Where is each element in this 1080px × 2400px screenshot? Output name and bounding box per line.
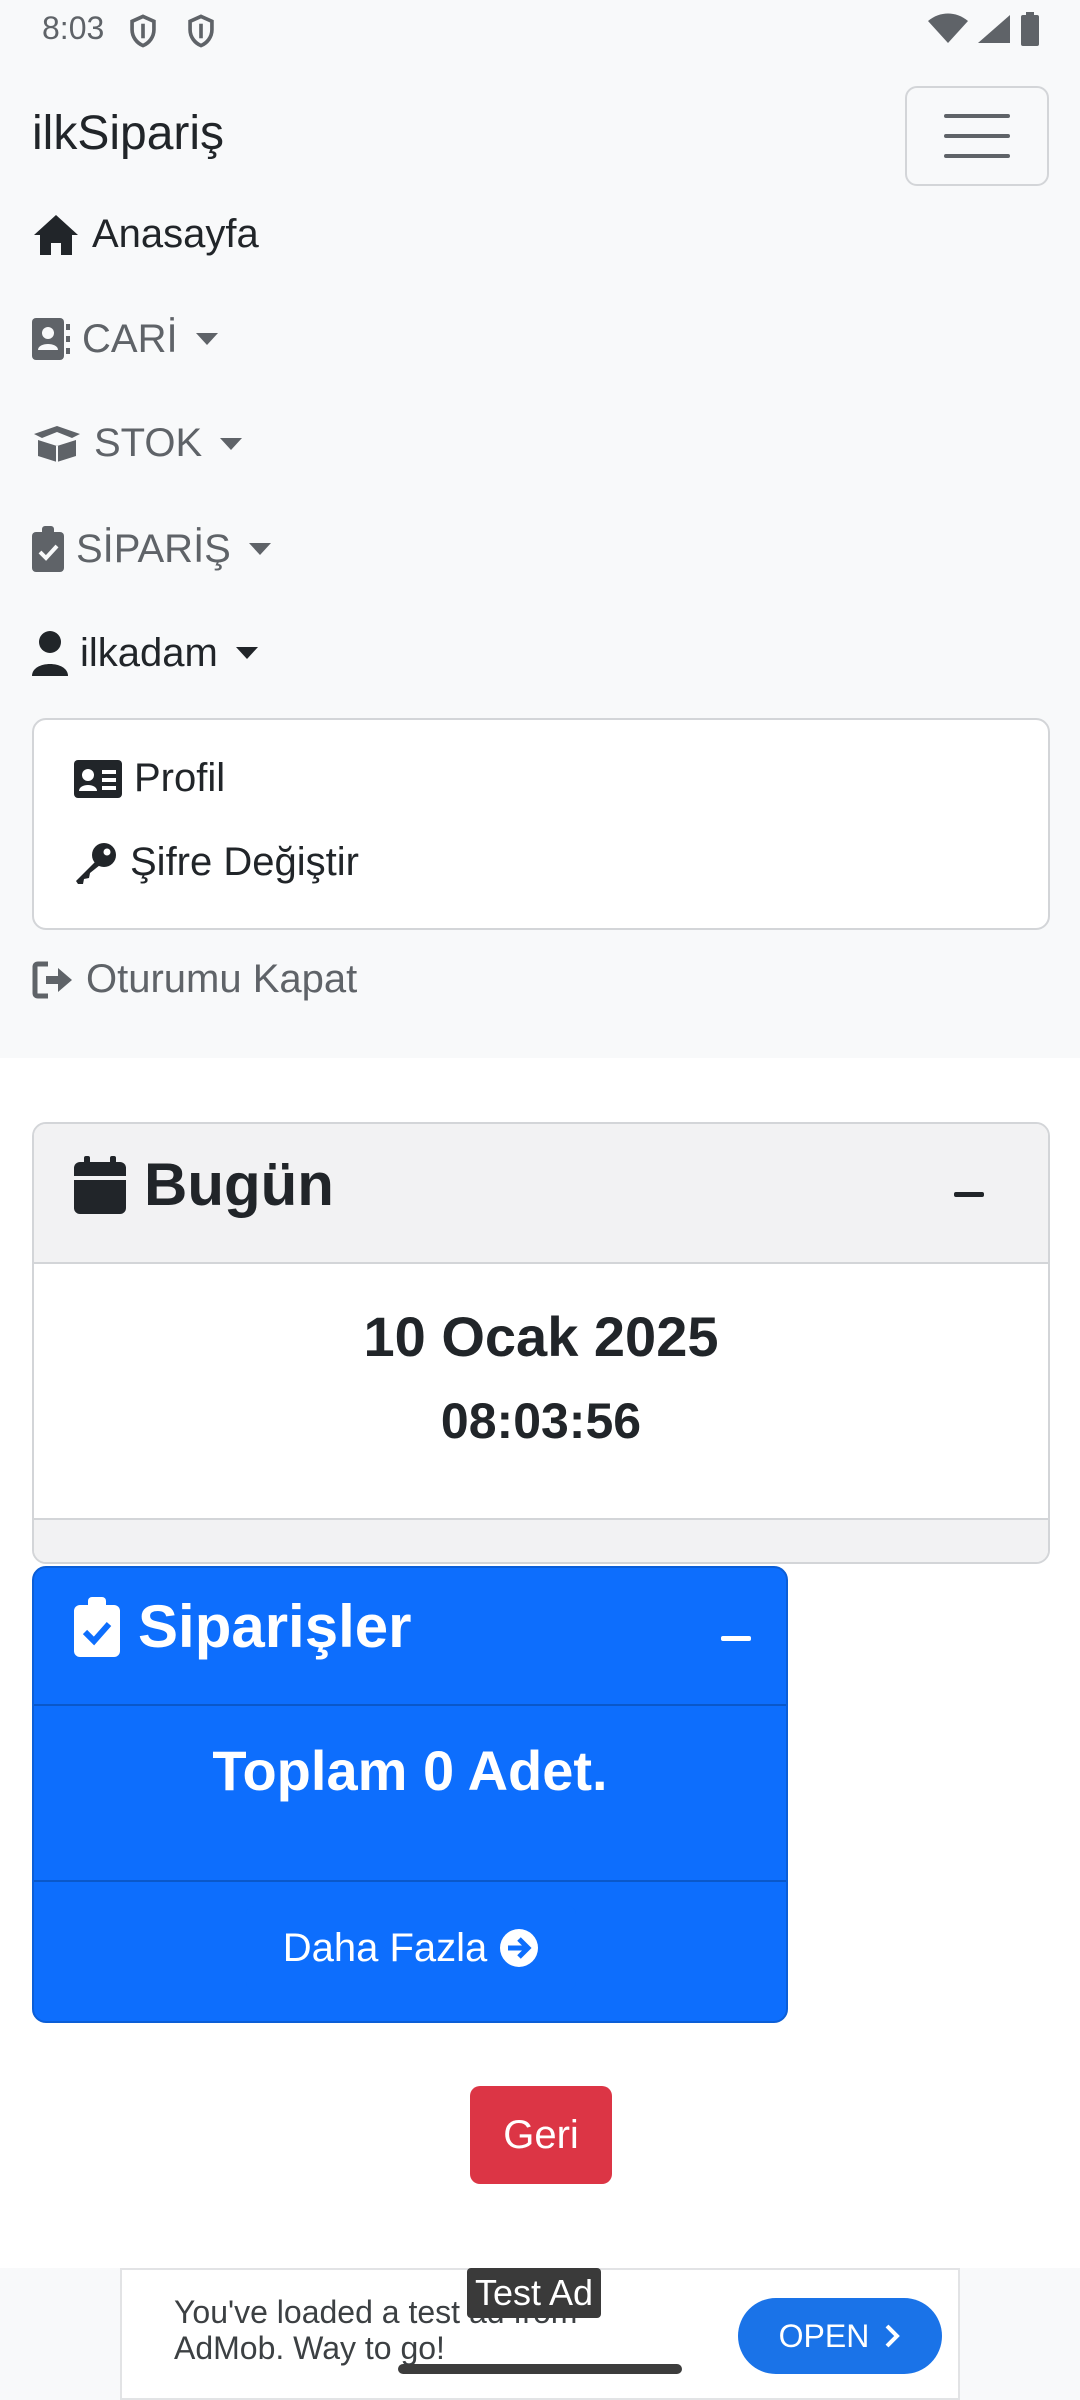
orders-card-title-text: Siparişler — [138, 1593, 412, 1660]
today-card-title: Bugün — [74, 1150, 334, 1219]
orders-card: Siparişler Toplam 0 Adet. Daha Fazla — [32, 1566, 788, 2023]
nav-item-label: SİPARİŞ — [76, 526, 231, 571]
today-card: Bugün 10 Ocak 2025 08:03:56 — [32, 1122, 1050, 1564]
today-card-collapse-button[interactable] — [927, 1152, 1011, 1236]
orders-card-footer: Daha Fazla — [34, 1880, 786, 2021]
home-icon — [32, 213, 80, 257]
hamburger-icon — [944, 114, 1010, 158]
key-icon — [74, 841, 118, 885]
orders-card-title: Siparişler — [74, 1592, 412, 1661]
calendar-icon — [74, 1155, 126, 1214]
minus-icon — [721, 1635, 751, 1641]
navbar-toggle-button[interactable] — [905, 86, 1049, 186]
ad-open-button[interactable]: OPEN — [738, 2298, 942, 2374]
chevron-down-icon — [248, 543, 271, 555]
test-ad-label: Test Ad — [467, 2268, 602, 2318]
orders-card-header: Siparişler — [34, 1568, 786, 1706]
today-card-header: Bugün — [34, 1124, 1048, 1264]
back-button[interactable]: Geri — [470, 2086, 612, 2184]
dropdown-item-label: Şifre Değiştir — [130, 840, 359, 884]
user-dropdown-menu: Profil Şifre Değiştir — [32, 718, 1050, 930]
shield-icon — [188, 14, 214, 48]
today-card-footer — [34, 1518, 1048, 1562]
signal-icon — [978, 15, 1010, 43]
nav-item-label: STOK — [94, 421, 203, 465]
wifi-icon — [928, 13, 968, 43]
id-card-icon — [74, 759, 122, 798]
clipboard-check-icon — [32, 526, 64, 572]
chevron-right-icon — [883, 2322, 901, 2350]
chevron-down-icon — [235, 647, 258, 659]
nav-item-label: Anasayfa — [92, 212, 259, 256]
ad-open-label: OPEN — [778, 2317, 870, 2354]
nav-item-cari[interactable]: CARİ — [32, 316, 218, 362]
orders-total: Toplam 0 Adet. — [212, 1739, 608, 1802]
nav-item-label: CARİ — [82, 316, 178, 361]
chevron-down-icon — [195, 333, 218, 345]
battery-icon — [1021, 12, 1039, 46]
clipboard-check-icon — [74, 1596, 120, 1657]
navbar: ilkSipariş Anasayfa CARİ STOK SİPARİŞ il… — [0, 64, 1080, 1058]
box-open-icon — [32, 424, 82, 464]
sign-out-icon — [32, 960, 74, 1000]
dropdown-item-sifre-degistir[interactable]: Şifre Değiştir — [74, 840, 359, 885]
status-time: 8:03 — [42, 10, 105, 46]
current-time: 08:03:56 — [440, 1393, 642, 1449]
nav-item-anasayfa[interactable]: Anasayfa — [32, 212, 259, 257]
more-button-label: Daha Fazla — [282, 1925, 488, 1970]
dropdown-item-label: Profil — [134, 756, 226, 800]
brand-logo-text[interactable]: ilkSipariş — [32, 106, 224, 161]
orders-card-collapse-button[interactable] — [694, 1596, 778, 1680]
dropdown-item-profil[interactable]: Profil — [74, 756, 225, 801]
nav-item-user-ilkadam[interactable]: ilkadam — [32, 630, 258, 676]
status-icons — [928, 12, 1040, 46]
today-card-title-text: Bugün — [144, 1151, 334, 1218]
status-bar: 8:03 — [0, 0, 1080, 64]
contact-card-icon — [32, 316, 70, 362]
nav-item-label: ilkadam — [80, 630, 218, 675]
nav-item-stok[interactable]: STOK — [32, 421, 243, 466]
user-icon — [32, 630, 68, 676]
nav-item-logout[interactable]: Oturumu Kapat — [32, 957, 357, 1002]
chevron-down-icon — [220, 437, 243, 450]
more-button[interactable]: Daha Fazla — [246, 1906, 576, 1990]
shield-icon — [130, 14, 156, 48]
home-indicator[interactable] — [398, 2364, 682, 2374]
nav-item-label: Oturumu Kapat — [86, 957, 358, 1001]
current-date: 10 Ocak 2025 — [363, 1305, 719, 1368]
nav-item-siparis[interactable]: SİPARİŞ — [32, 526, 271, 572]
minus-icon — [954, 1191, 984, 1197]
arrow-circle-right-icon — [499, 1928, 539, 1968]
